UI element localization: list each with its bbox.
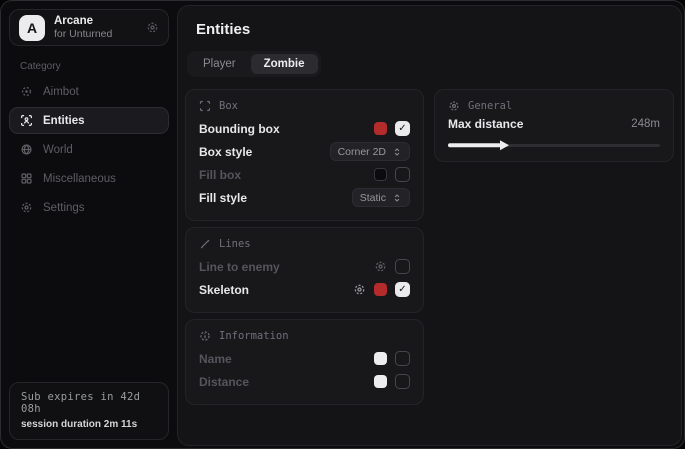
lines-card-header: Lines xyxy=(199,238,410,250)
app-logo: A xyxy=(19,15,45,41)
setting-row-name: Name ✓ xyxy=(199,347,410,370)
sub-expiry-text: Sub expires in 42d 08h xyxy=(21,391,157,415)
settings-content: Box Bounding box ✓ Box style Co xyxy=(185,89,681,405)
sidebar-item-label: Entities xyxy=(43,115,85,127)
color-swatch[interactable] xyxy=(374,122,387,135)
box-style-select[interactable]: Corner 2D xyxy=(330,142,410,161)
main-panel: Entities Player Zombie Box xyxy=(177,5,682,446)
max-distance-value: 248m xyxy=(631,118,660,130)
box-corners-icon xyxy=(199,100,211,112)
setting-row-line-to-enemy: Line to enemy ✓ xyxy=(199,255,410,278)
sidebar-item-miscellaneous[interactable]: Miscellaneous xyxy=(9,165,169,192)
right-column: General Max distance 248m xyxy=(434,89,674,162)
setting-label: Bounding box xyxy=(199,122,280,136)
box-card-header: Box xyxy=(199,100,410,112)
sidebar-item-label: Miscellaneous xyxy=(43,173,116,185)
setting-label: Name xyxy=(199,352,232,366)
chevron-up-down-icon xyxy=(392,193,402,203)
color-swatch[interactable] xyxy=(374,375,387,388)
setting-label: Line to enemy xyxy=(199,260,280,274)
setting-label: Fill style xyxy=(199,191,247,205)
crosshair-icon xyxy=(20,85,33,98)
box-style-value: Corner 2D xyxy=(338,146,386,158)
app-subtitle: for Unturned xyxy=(54,28,112,41)
sidebar-item-world[interactable]: World xyxy=(9,136,169,163)
information-card: Information Name ✓ Distance ✓ xyxy=(185,319,424,405)
app-window: A Arcane for Unturned Category Aimbot xyxy=(0,0,685,449)
sidebar-item-label: World xyxy=(43,144,73,156)
tab-zombie[interactable]: Zombie xyxy=(251,54,318,74)
box-card: Box Bounding box ✓ Box style Co xyxy=(185,89,424,221)
left-column: Box Bounding box ✓ Box style Co xyxy=(185,89,424,405)
info-icon xyxy=(199,330,211,342)
setting-label: Skeleton xyxy=(199,283,249,297)
setting-row-bounding-box: Bounding box ✓ xyxy=(199,117,410,140)
information-card-header: Information xyxy=(199,330,410,342)
sidebar: A Arcane for Unturned Category Aimbot xyxy=(1,1,177,448)
skeleton-checkbox[interactable]: ✓ xyxy=(395,282,410,297)
fill-style-select[interactable]: Static xyxy=(352,188,410,207)
setting-row-fill-style: Fill style Static xyxy=(199,186,410,209)
color-swatch[interactable] xyxy=(374,352,387,365)
brand-card: A Arcane for Unturned xyxy=(9,9,169,46)
page-title: Entities xyxy=(196,21,681,38)
session-duration-text: session duration 2m 11s xyxy=(21,419,157,430)
setting-row-box-style: Box style Corner 2D xyxy=(199,140,410,163)
setting-row-skeleton: Skeleton ✓ xyxy=(199,278,410,301)
slider-thumb[interactable] xyxy=(500,140,509,150)
category-label: Category xyxy=(20,61,169,72)
max-distance-row: Max distance 248m xyxy=(448,117,660,131)
slider-fill xyxy=(448,143,501,147)
setting-row-fill-box: Fill box ✓ xyxy=(199,163,410,186)
gear-icon[interactable] xyxy=(374,260,387,273)
general-card-title: General xyxy=(468,100,512,112)
gear-icon xyxy=(448,100,460,112)
sidebar-item-settings[interactable]: Settings xyxy=(9,194,169,221)
general-card-header: General xyxy=(448,100,660,112)
entities-scan-icon xyxy=(20,114,33,127)
max-distance-label: Max distance xyxy=(448,117,523,131)
globe-icon xyxy=(20,143,33,156)
tab-player[interactable]: Player xyxy=(190,54,249,74)
subscription-card: Sub expires in 42d 08h session duration … xyxy=(9,382,169,440)
setting-label: Fill box xyxy=(199,168,241,182)
color-swatch[interactable] xyxy=(374,283,387,296)
sidebar-item-aimbot[interactable]: Aimbot xyxy=(9,78,169,105)
setting-row-distance: Distance ✓ xyxy=(199,370,410,393)
brand-text: Arcane for Unturned xyxy=(54,14,112,42)
gear-icon xyxy=(20,201,33,214)
pencil-line-icon xyxy=(199,238,211,250)
name-checkbox[interactable]: ✓ xyxy=(395,351,410,366)
grid-icon xyxy=(20,172,33,185)
setting-label: Distance xyxy=(199,375,249,389)
bounding-box-checkbox[interactable]: ✓ xyxy=(395,121,410,136)
fill-style-value: Static xyxy=(360,192,386,204)
sidebar-item-entities[interactable]: Entities xyxy=(9,107,169,134)
fill-box-checkbox[interactable]: ✓ xyxy=(395,167,410,182)
general-card: General Max distance 248m xyxy=(434,89,674,162)
sidebar-item-label: Aimbot xyxy=(43,86,79,98)
gear-icon[interactable] xyxy=(353,283,366,296)
color-swatch[interactable] xyxy=(374,168,387,181)
entity-tabs: Player Zombie xyxy=(187,51,321,77)
chevron-up-down-icon xyxy=(392,147,402,157)
information-card-title: Information xyxy=(219,330,289,342)
lines-card-title: Lines xyxy=(219,238,251,250)
line-to-enemy-checkbox[interactable]: ✓ xyxy=(395,259,410,274)
max-distance-slider[interactable] xyxy=(448,140,660,150)
app-name: Arcane xyxy=(54,14,112,28)
sidebar-item-label: Settings xyxy=(43,202,85,214)
box-card-title: Box xyxy=(219,100,238,112)
lines-card: Lines Line to enemy ✓ xyxy=(185,227,424,313)
gear-icon[interactable] xyxy=(146,21,159,34)
distance-checkbox[interactable]: ✓ xyxy=(395,374,410,389)
setting-label: Box style xyxy=(199,145,252,159)
